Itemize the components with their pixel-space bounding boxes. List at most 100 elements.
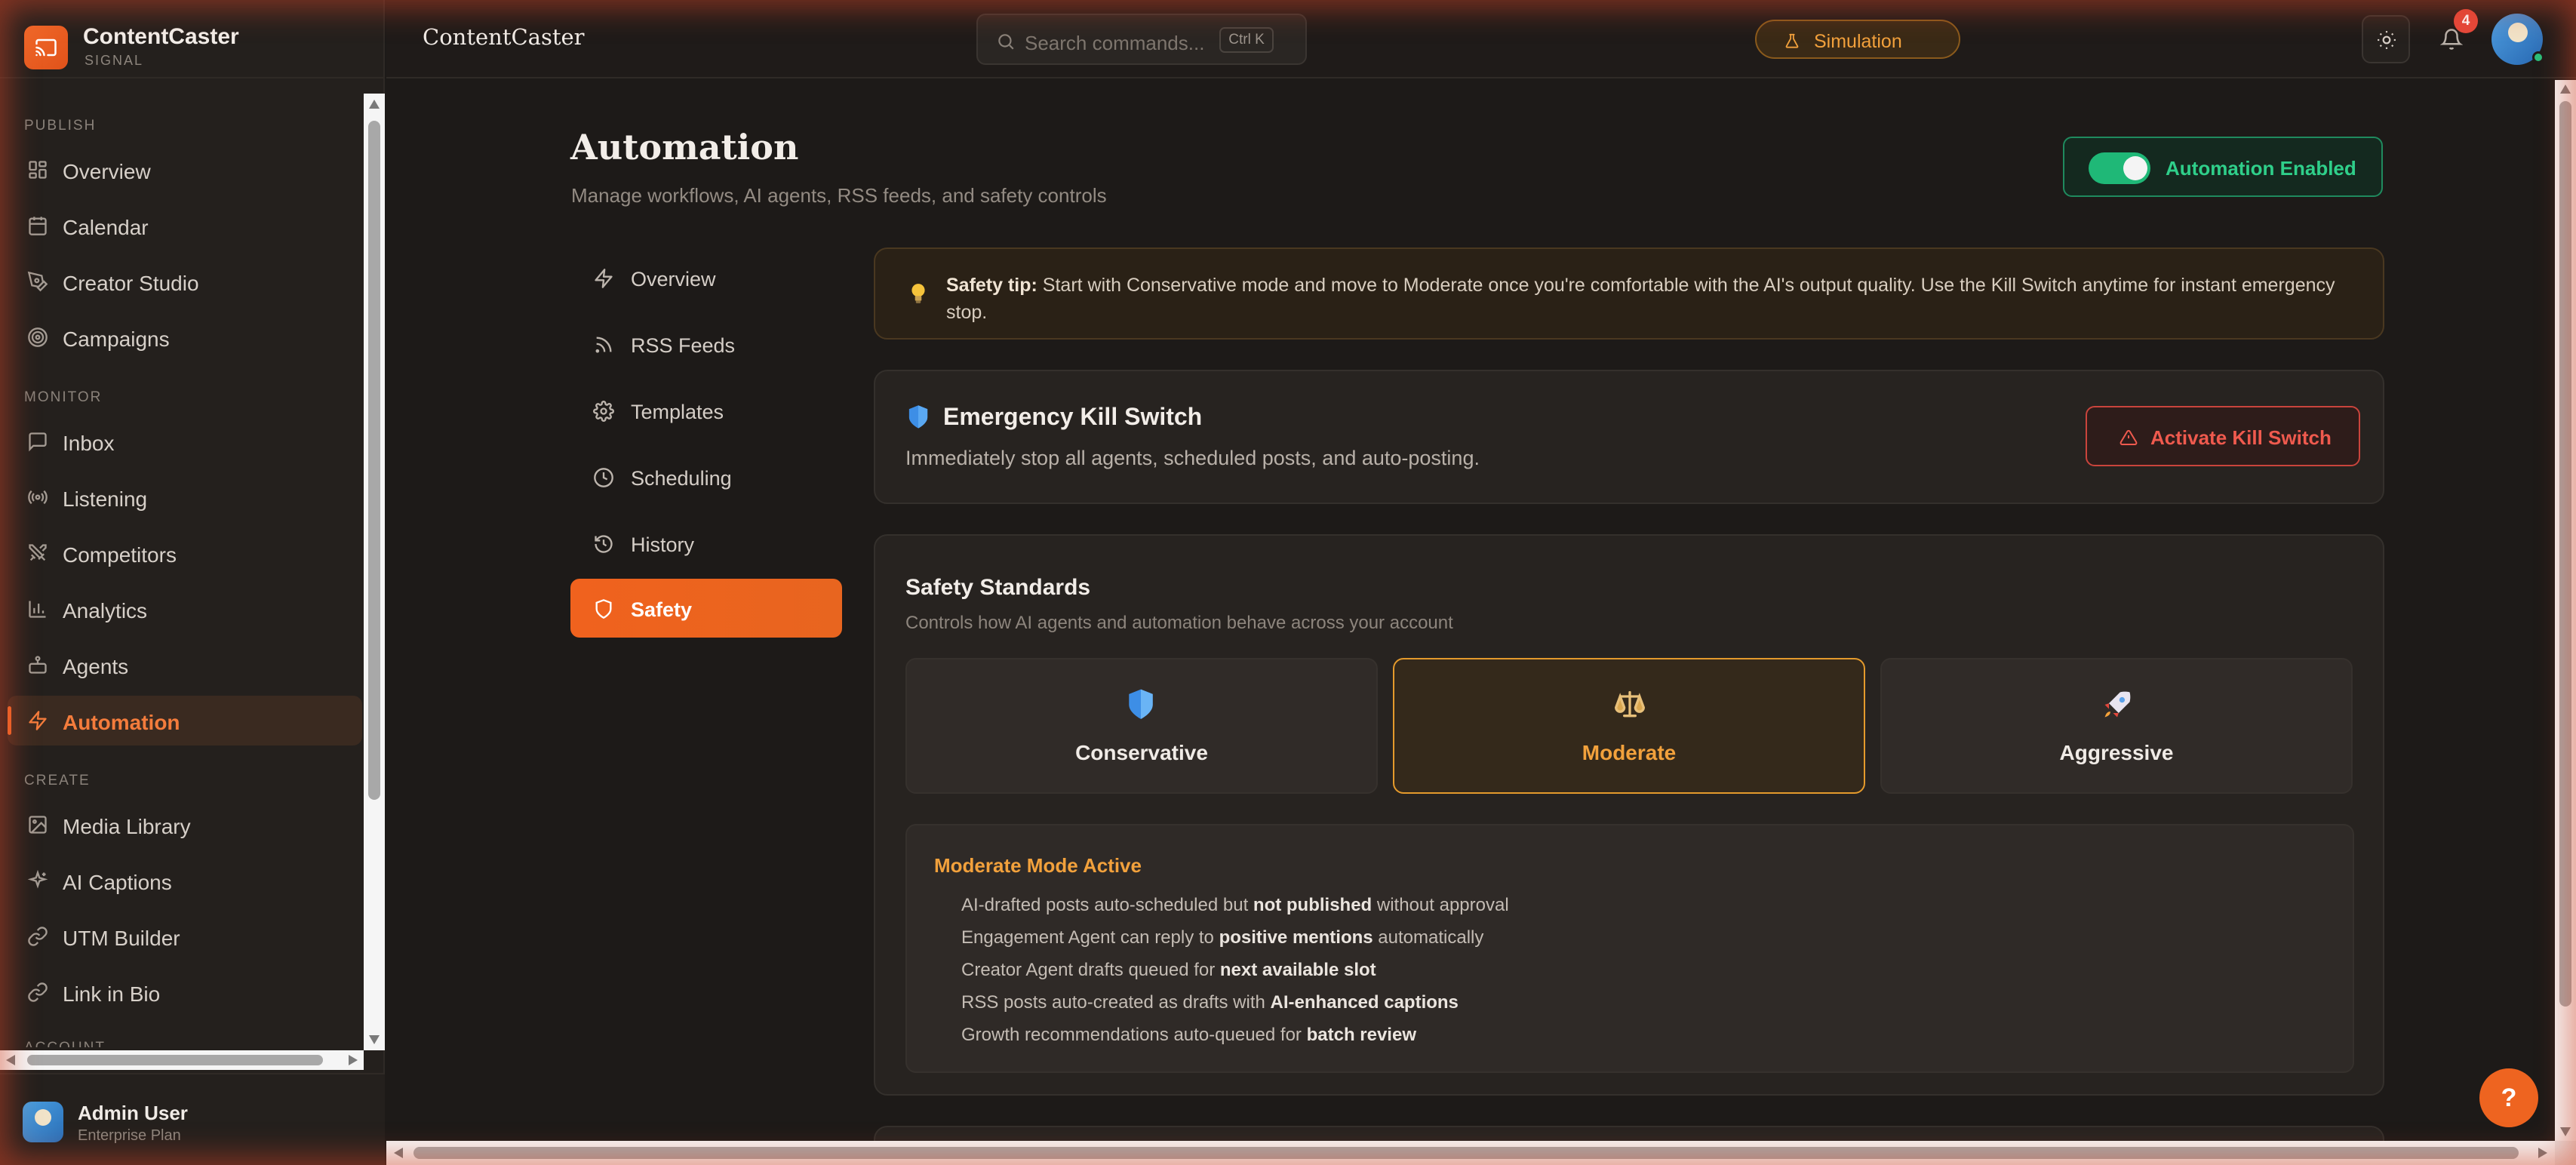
topbar-title: ContentCaster [423,24,585,50]
scroll-up-arrow-icon[interactable] [369,100,380,109]
online-status-dot [2532,51,2544,63]
scrollbar-thumb[interactable] [27,1055,323,1065]
scroll-left-arrow-icon[interactable] [6,1055,15,1065]
user-name: Admin User [78,1102,188,1124]
sidebar-item-competitors[interactable]: Competitors [8,528,362,578]
safety-tip-label: Safety tip: [946,275,1037,296]
search-shortcut-badge: Ctrl K [1219,27,1274,53]
sidebar-item-label: UTM Builder [63,927,180,950]
help-button[interactable]: ? [2479,1068,2538,1127]
search-input[interactable]: Search commands... Ctrl K [976,14,1307,65]
sun-icon [2378,31,2396,49]
sidebar-item-calendar[interactable]: Calendar [8,201,362,251]
page-title: Automation [570,127,799,168]
flask-icon [1785,33,1799,48]
sidebar-item-label: Automation [63,711,180,734]
sidebar-item-automation[interactable]: Automation [8,696,362,745]
subnav-overview[interactable]: Overview [570,248,842,307]
lightbulb-icon [911,284,925,303]
activate-kill-switch-button[interactable]: Activate Kill Switch [2086,406,2360,466]
rule-emphasis: positive mentions [1219,927,1373,948]
rule-text: automatically [1373,927,1484,948]
subnav-history[interactable]: History [570,514,842,573]
swords-icon [29,544,47,561]
scales-icon [1615,690,1645,718]
sidebar-item-listening[interactable]: Listening [8,472,362,522]
sidebar-item-label: Inbox [63,432,115,455]
nav-section-publish: PUBLISH [24,118,97,134]
nav-section-create: CREATE [24,773,91,788]
safety-tip-banner: Safety tip: Start with Conservative mode… [874,247,2384,340]
scroll-right-arrow-icon[interactable] [349,1055,358,1065]
scrollbar-thumb[interactable] [2559,101,2571,1007]
scrollbar-thumb[interactable] [368,121,380,800]
notification-count-badge: 4 [2454,9,2478,33]
sidebar-item-creator-studio[interactable]: Creator Studio [8,257,362,306]
safety-standards-description: Controls how AI agents and automation be… [905,613,1453,633]
sidebar-item-overview[interactable]: Overview [8,145,362,195]
subnav-scheduling[interactable]: Scheduling [570,447,842,506]
active-mode-details: Moderate Mode Active AI-drafted posts au… [905,824,2354,1073]
user-plan: Enterprise Plan [78,1127,181,1144]
mode-label: Conservative [1075,741,1208,764]
safety-standards-card: Safety Standards Controls how AI agents … [874,534,2384,1096]
rule-emphasis: next available slot [1219,960,1376,980]
sidebar-item-inbox[interactable]: Inbox [8,417,362,466]
scroll-down-arrow-icon[interactable] [2560,1127,2571,1136]
mode-option-moderate[interactable]: Moderate [1393,658,1865,794]
subnav-templates[interactable]: Templates [570,381,842,440]
automation-enabled-toggle[interactable]: Automation Enabled [2063,137,2383,197]
sidebar-item-link-in-bio[interactable]: Link in Bio [8,967,362,1017]
rule-emphasis: batch review [1306,1025,1416,1045]
scroll-left-arrow-icon[interactable] [394,1148,403,1158]
sidebar-item-analytics[interactable]: Analytics [8,584,362,634]
sidebar-item-campaigns[interactable]: Campaigns [8,312,362,362]
sparkles-icon [27,870,48,889]
subnav-label: Scheduling [631,467,732,490]
history-icon [595,535,613,553]
subnav-label: Overview [631,268,716,290]
mode-rule-item: Engagement Agent can reply to positive m… [961,927,1483,948]
mode-option-conservative[interactable]: Conservative [905,658,1378,794]
subnav-rss-feeds[interactable]: RSS Feeds [570,315,842,373]
sidebar-item-label: AI Captions [63,871,172,894]
zap-icon [29,711,47,730]
sidebar-vertical-scrollbar[interactable] [364,94,385,1050]
simulation-mode-pill[interactable]: Simulation [1755,20,1960,59]
scrollbar-thumb[interactable] [413,1147,2519,1159]
subnav-safety[interactable]: Safety [570,579,842,638]
bot-icon [29,656,47,674]
mode-rule-item: AI-drafted posts auto-scheduled but not … [961,895,1509,916]
sidebar-item-ai-captions[interactable]: AI Captions [8,856,362,905]
mode-option-aggressive[interactable]: Aggressive [1880,658,2353,794]
kill-switch-button-label: Activate Kill Switch [2150,426,2332,449]
toggle-switch[interactable] [2089,152,2150,184]
main-horizontal-scrollbar[interactable] [386,1141,2555,1165]
search-icon [998,34,1014,50]
theme-toggle-button[interactable] [2362,15,2410,63]
scroll-up-arrow-icon[interactable] [2560,85,2571,94]
mode-label: Aggressive [2059,741,2174,764]
safety-standards-title: Safety Standards [905,575,1091,600]
rule-text: Growth recommendations auto-queued for [961,1025,1307,1045]
topbar: ContentCaster Search commands... Ctrl K … [386,0,2576,78]
brand-header[interactable]: ContentCaster SIGNAL [0,0,385,78]
scroll-down-arrow-icon[interactable] [369,1035,380,1044]
sidebar-item-label: Media Library [63,815,191,838]
kill-switch-title: Emergency Kill Switch [943,403,1203,430]
sidebar-item-label: Calendar [63,216,149,239]
scroll-right-arrow-icon[interactable] [2538,1148,2547,1158]
subnav-label: History [631,533,695,556]
nav-section-account: ACCOUNT [24,1040,106,1047]
sidebar-item-agents[interactable]: Agents [8,640,362,690]
subnav-label: RSS Feeds [631,334,736,357]
main-vertical-scrollbar[interactable] [2555,80,2576,1141]
sidebar-item-label: Link in Bio [63,982,161,1006]
sidebar-item-media-library[interactable]: Media Library [8,800,362,850]
sidebar-horizontal-scrollbar[interactable] [0,1050,364,1070]
sidebar-item-utm-builder[interactable]: UTM Builder [8,911,362,961]
user-card[interactable]: Admin User Enterprise Plan [0,1073,385,1165]
rule-text: Creator Agent drafts queued for [961,960,1220,980]
sidebar-nav: PUBLISH Overview Calendar Creator Studio… [0,94,364,1047]
safety-tip-text: Safety tip: Start with Conservative mode… [946,272,2350,326]
